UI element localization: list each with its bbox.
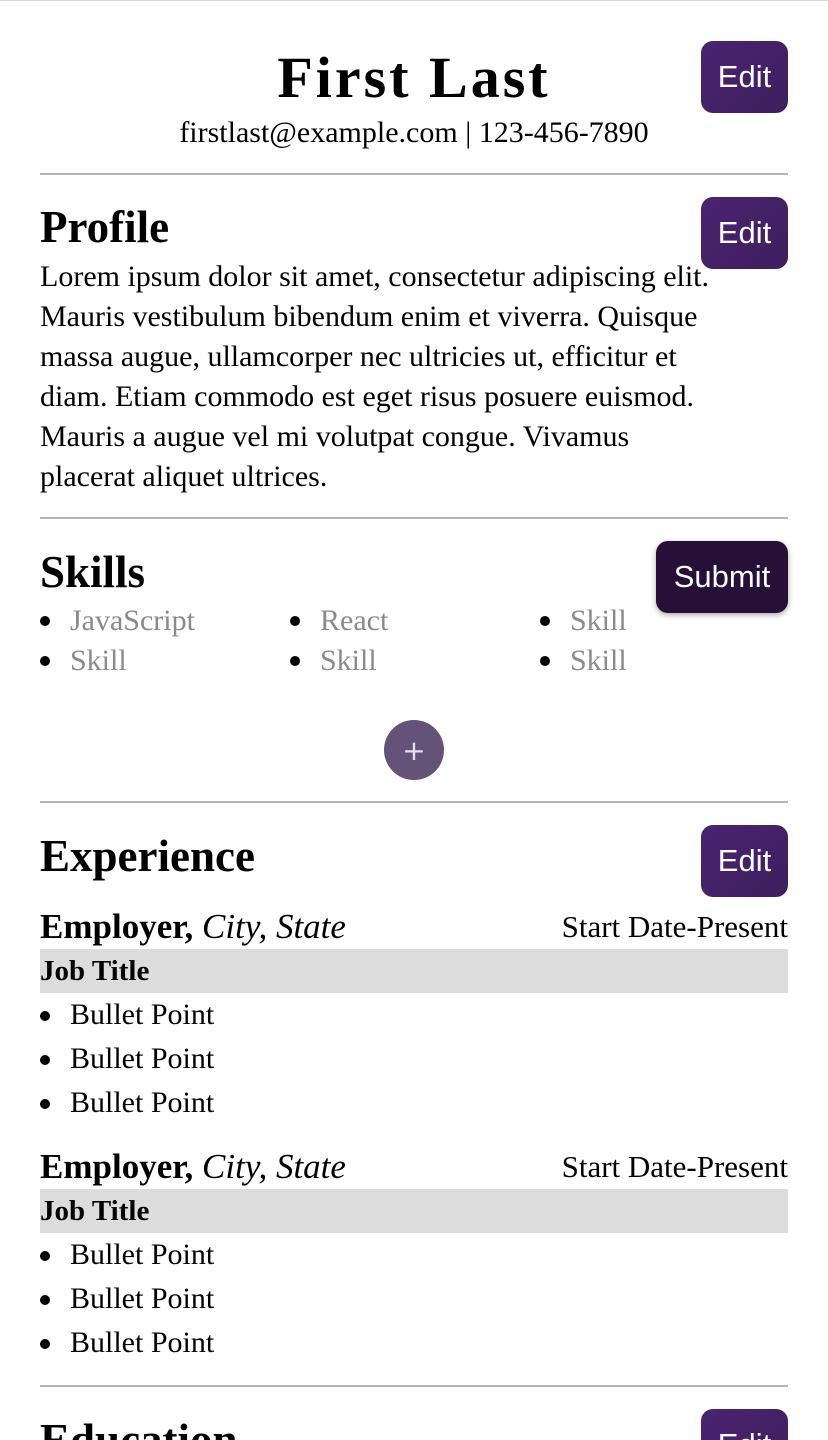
job-employer: Employer, xyxy=(40,907,194,946)
skill-item[interactable]: Skill xyxy=(540,641,788,681)
skill-item[interactable]: Skill xyxy=(290,641,540,681)
education-edit-button[interactable]: Edit xyxy=(701,1409,788,1440)
bullet-point: Bullet Point xyxy=(40,1037,788,1081)
skill-item[interactable]: Skill xyxy=(40,641,290,681)
profile-text: Lorem ipsum dolor sit amet, consectetur … xyxy=(40,260,710,493)
skill-item[interactable]: JavaScript xyxy=(40,601,290,641)
header-edit-button[interactable]: Edit xyxy=(701,41,788,113)
add-skill-button[interactable]: + xyxy=(384,720,444,780)
profile-title: Profile xyxy=(40,202,170,252)
skills-divider xyxy=(40,801,788,803)
contact-info: firstlast@example.com | 123-456-7890 xyxy=(179,116,649,149)
job-bullets: Bullet Point Bullet Point Bullet Point xyxy=(40,1233,788,1365)
job-title: Job Title xyxy=(40,1189,788,1233)
job-header: Employer, City, State Start Date-Present xyxy=(40,1145,788,1189)
experience-divider xyxy=(40,1385,788,1387)
bullet-point: Bullet Point xyxy=(40,1277,788,1321)
job-dates: Start Date-Present xyxy=(561,909,788,944)
header-divider xyxy=(40,173,788,175)
resume-name: First Last xyxy=(277,45,551,110)
job-entry: Employer, City, State Start Date-Present… xyxy=(40,1145,788,1365)
experience-edit-button[interactable]: Edit xyxy=(701,825,788,897)
skill-item[interactable]: React xyxy=(290,601,540,641)
skills-title: Skills xyxy=(40,547,146,597)
job-bullets: Bullet Point Bullet Point Bullet Point xyxy=(40,993,788,1125)
plus-icon: + xyxy=(402,733,426,767)
job-employer: Employer, xyxy=(40,1147,194,1186)
job-dates: Start Date-Present xyxy=(561,1149,788,1184)
job-location: City, State xyxy=(202,1147,346,1186)
job-entry: Employer, City, State Start Date-Present… xyxy=(40,905,788,1125)
bullet-point: Bullet Point xyxy=(40,1233,788,1277)
job-location: City, State xyxy=(202,907,346,946)
bullet-point: Bullet Point xyxy=(40,1081,788,1125)
profile-divider xyxy=(40,517,788,519)
bullet-point: Bullet Point xyxy=(40,1321,788,1365)
education-title: Education xyxy=(40,1415,238,1440)
job-title: Job Title xyxy=(40,949,788,993)
profile-edit-button[interactable]: Edit xyxy=(701,197,788,269)
job-header: Employer, City, State Start Date-Present xyxy=(40,905,788,949)
skills-list: JavaScript React Skill Skill Skill Skill xyxy=(40,601,788,681)
experience-title: Experience xyxy=(40,831,255,881)
skill-item[interactable]: Skill xyxy=(540,601,788,641)
bullet-point: Bullet Point xyxy=(40,993,788,1037)
